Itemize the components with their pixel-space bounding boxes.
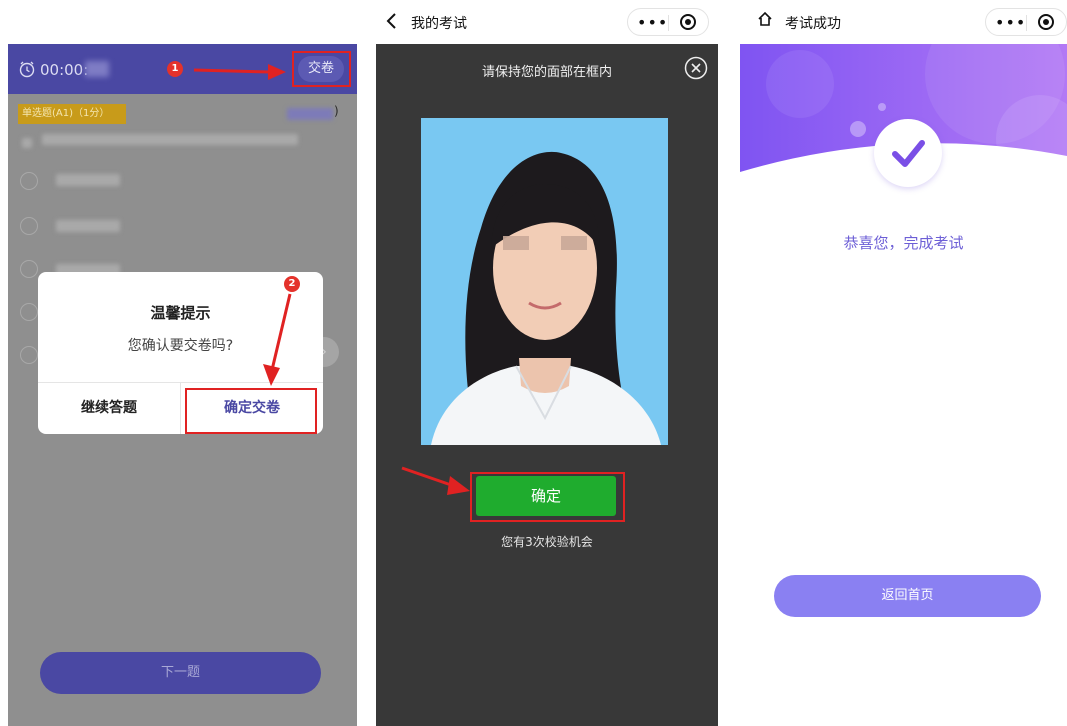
option-radio-c[interactable] (20, 260, 38, 278)
highlight-box-confirm (185, 388, 317, 434)
question-score-suffix: ) (334, 104, 339, 118)
highlight-box-confirm-face (470, 472, 625, 522)
close-circle-icon[interactable] (684, 56, 708, 80)
option-radio-e[interactable] (20, 346, 38, 364)
attempts-remaining: 您有3次校验机会 (501, 535, 593, 549)
option-radio-b[interactable] (20, 217, 38, 235)
exam-timer: 00:00: (40, 61, 89, 79)
mini-program-capsule: ••• (985, 8, 1067, 36)
return-home-button[interactable]: 返回首页 (774, 575, 1041, 617)
option-radio-d[interactable] (20, 303, 38, 321)
option-radio-a[interactable] (20, 172, 38, 190)
target-icon[interactable] (680, 14, 696, 30)
arrow-annotation-icon (263, 293, 292, 386)
step-badge-1: 1 (167, 61, 183, 77)
more-dots-icon[interactable]: ••• (995, 13, 1026, 32)
target-icon[interactable] (1038, 14, 1054, 30)
mini-program-capsule: ••• (627, 8, 709, 36)
question-text-blur (42, 134, 298, 145)
highlight-box-submit (292, 51, 351, 87)
next-question-button[interactable]: 下一题 (40, 652, 321, 694)
question-type-badge: 单选题(A1)（1分） (18, 104, 126, 124)
face-photo (421, 118, 668, 445)
arrow-annotation-icon (401, 466, 470, 495)
more-dots-icon[interactable]: ••• (637, 13, 668, 32)
clock-icon (18, 60, 36, 82)
option-text-b (56, 220, 120, 232)
home-icon[interactable] (757, 11, 773, 31)
question-number-blur (22, 138, 32, 148)
exam-question-screen: 00:00: 交卷 1 单选题(A1)（1分） ) › 下一题 温馨提示 您确认… (0, 0, 357, 726)
face-instruction: 请保持您的面部在框内 (481, 65, 612, 80)
option-text-a (56, 174, 120, 186)
score-blur (287, 108, 333, 120)
back-icon[interactable] (384, 11, 398, 35)
timer-blur (85, 61, 109, 77)
nav-title: 我的考试 (411, 16, 467, 32)
checkmark-icon (874, 119, 942, 187)
nav-title: 考试成功 (785, 16, 841, 32)
success-message: 恭喜您，完成考试 (843, 234, 964, 252)
arrow-annotation-icon (193, 64, 286, 80)
continue-answering-button[interactable]: 继续答题 (38, 382, 180, 434)
